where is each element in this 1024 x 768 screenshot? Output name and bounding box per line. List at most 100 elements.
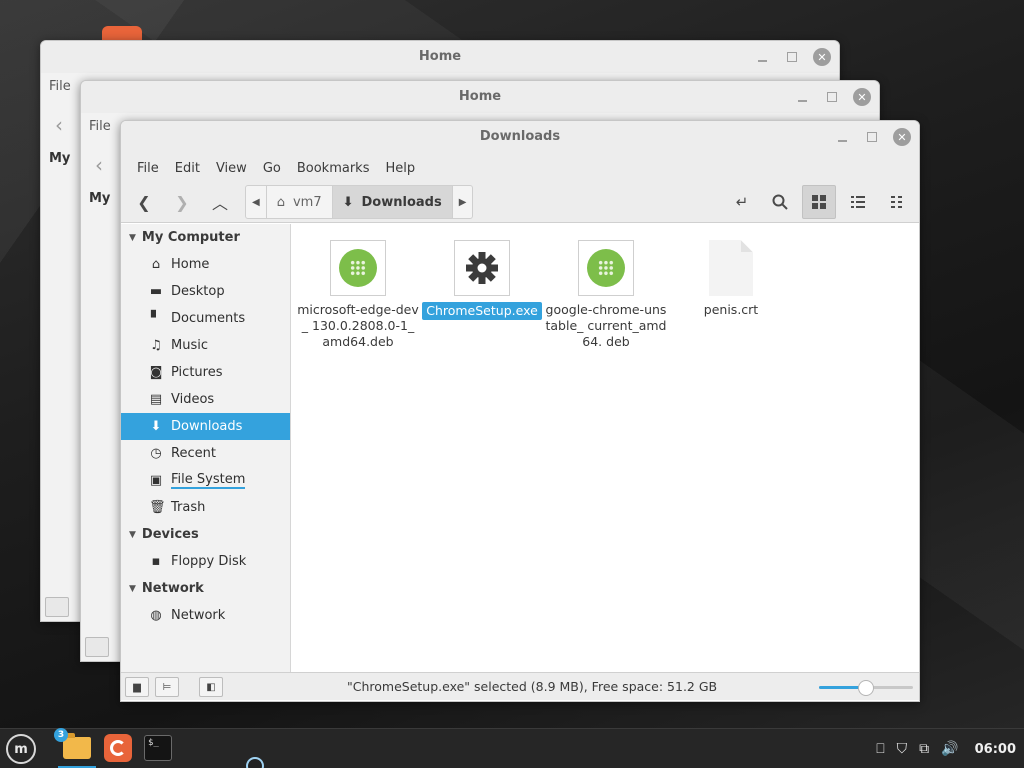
toggle-location-button[interactable]: ↵ bbox=[725, 185, 759, 219]
sidebar-item-desktop[interactable]: ▬ Desktop bbox=[121, 278, 290, 305]
folder-small-icon: ▆ bbox=[133, 681, 141, 693]
sidebar-item-pictures[interactable]: ◙ Pictures bbox=[121, 359, 290, 386]
sidebar-item-file-system[interactable]: ▣ File System bbox=[121, 467, 290, 494]
sidebar-item-home[interactable]: ⌂ Home bbox=[121, 251, 290, 278]
show-tree-button[interactable]: ⊨ bbox=[155, 677, 179, 697]
breadcrumb-left-arrow[interactable]: ◀ bbox=[246, 186, 267, 218]
taskbar-terminal[interactable]: $_ bbox=[143, 733, 173, 763]
sidebar-item-downloads[interactable]: ⬇ Downloads bbox=[121, 413, 290, 440]
footer-button[interactable] bbox=[85, 637, 109, 657]
menu-bookmarks[interactable]: Bookmarks bbox=[289, 161, 378, 176]
menu-go[interactable]: Go bbox=[255, 161, 289, 176]
menu-file[interactable]: File bbox=[49, 79, 71, 94]
section-my-computer[interactable]: ▼ My Computer bbox=[121, 224, 290, 251]
left-triangle-icon: ◀ bbox=[252, 196, 260, 208]
location-toggle-icon: ↵ bbox=[735, 193, 749, 211]
minimize-button[interactable] bbox=[833, 128, 851, 146]
section-title: Network bbox=[141, 581, 204, 596]
back-button[interactable]: ❮ bbox=[127, 185, 161, 219]
minimize-button[interactable] bbox=[753, 48, 771, 66]
file-name: google-chrome-unstable_ current_amd64. d… bbox=[545, 302, 667, 349]
section-devices[interactable]: ▼ Devices bbox=[121, 521, 290, 548]
file-thumbnail bbox=[454, 240, 510, 296]
package-icon bbox=[339, 249, 377, 287]
show-places-button[interactable]: ▆ bbox=[125, 677, 149, 697]
music-icon: ♫ bbox=[150, 338, 162, 353]
start-menu-button[interactable]: m bbox=[6, 734, 36, 764]
file-item[interactable]: microsoft-edge-dev_ 130.0.2808.0-1_ amd6… bbox=[296, 240, 420, 350]
drive-icon: ▣ bbox=[149, 473, 163, 488]
file-item-selected[interactable]: ChromeSetup.exe bbox=[420, 240, 544, 320]
sidebar-item-trash[interactable]: 🗑 Trash bbox=[121, 494, 290, 521]
forward-button[interactable]: ❯ bbox=[165, 185, 199, 219]
breadcrumb-current[interactable]: ⬇ Downloads bbox=[332, 186, 453, 218]
close-button[interactable]: ✕ bbox=[813, 48, 831, 66]
grid-icon bbox=[812, 195, 826, 209]
section-network[interactable]: ▼ Network bbox=[121, 575, 290, 602]
maximize-button[interactable] bbox=[863, 128, 881, 146]
menu-view[interactable]: View bbox=[208, 161, 255, 176]
file-item[interactable]: google-chrome-unstable_ current_amd64. d… bbox=[544, 240, 668, 350]
update-manager-icon[interactable]: ⎕ bbox=[876, 741, 884, 757]
sidebar-item-network[interactable]: ◍ Network bbox=[121, 602, 290, 629]
file-name: penis.crt bbox=[703, 302, 759, 317]
floppy-icon: ▪ bbox=[151, 554, 161, 569]
close-button[interactable]: ✕ bbox=[893, 128, 911, 146]
window-title: Home bbox=[41, 41, 839, 73]
shield-icon[interactable]: ⛉ bbox=[897, 741, 908, 757]
zoom-slider[interactable] bbox=[819, 680, 913, 696]
search-button[interactable] bbox=[763, 185, 797, 219]
menu-file[interactable]: File bbox=[129, 161, 167, 176]
menu-edit[interactable]: Edit bbox=[167, 161, 208, 176]
sidebar-item-music[interactable]: ♫ Music bbox=[121, 332, 290, 359]
taskbar-file-manager[interactable]: 3 bbox=[54, 728, 92, 763]
sidebar-item-documents[interactable]: ▘ Documents bbox=[121, 305, 290, 332]
folder-icon bbox=[63, 733, 91, 759]
right-triangle-icon: ▶ bbox=[458, 196, 467, 208]
zoom-slider-handle[interactable] bbox=[858, 680, 874, 696]
minimize-button[interactable] bbox=[793, 88, 811, 106]
close-button[interactable]: ✕ bbox=[853, 88, 871, 106]
toolbar: ❮ ❯ ︿ ◀ ⌂ vm7 ⬇ Downloads ▶ ↵ bbox=[121, 183, 919, 223]
menu-help[interactable]: Help bbox=[377, 161, 423, 176]
sidebar-item-floppy-disk[interactable]: ▪ Floppy Disk bbox=[121, 548, 290, 575]
file-thumbnail bbox=[703, 240, 759, 296]
sidebar-toggle-icon: ◧ bbox=[206, 681, 216, 693]
breadcrumb-right-arrow[interactable]: ▶ bbox=[453, 186, 473, 218]
volume-icon[interactable]: 🔊 bbox=[941, 741, 958, 757]
network-icon[interactable]: ⧉ bbox=[919, 741, 929, 757]
maximize-button[interactable] bbox=[783, 48, 801, 66]
list-view-button[interactable] bbox=[841, 185, 875, 219]
clock-icon: ◷ bbox=[150, 446, 162, 461]
icon-view-button[interactable] bbox=[802, 185, 836, 219]
back-arrow-icon[interactable]: ‹ bbox=[55, 113, 63, 137]
back-arrow-icon[interactable]: ‹ bbox=[95, 153, 103, 177]
file-item[interactable]: penis.crt bbox=[669, 240, 793, 318]
sidebar-item-videos[interactable]: ▤ Videos bbox=[121, 386, 290, 413]
compact-icon bbox=[891, 196, 902, 208]
sidebar-item-label: Desktop bbox=[171, 284, 225, 299]
breadcrumb: ◀ ⌂ vm7 ⬇ Downloads ▶ bbox=[245, 185, 474, 219]
breadcrumb-home[interactable]: ⌂ vm7 bbox=[267, 186, 333, 218]
footer-button[interactable] bbox=[45, 597, 69, 617]
menubar: File Edit View Go Bookmarks Help bbox=[121, 153, 919, 183]
window-title: Downloads bbox=[121, 121, 919, 153]
globe-icon: ◍ bbox=[150, 608, 162, 623]
file-view: microsoft-edge-dev_ 130.0.2808.0-1_ amd6… bbox=[292, 224, 919, 672]
file-manager-window[interactable]: Downloads ✕ File Edit View Go Bookmarks … bbox=[120, 120, 920, 702]
search-icon bbox=[772, 194, 788, 210]
up-button[interactable]: ︿ bbox=[203, 185, 237, 219]
maximize-button[interactable] bbox=[823, 88, 841, 106]
hide-sidebar-button[interactable]: ◧ bbox=[199, 677, 223, 697]
mouse-cursor bbox=[246, 757, 264, 768]
collapse-triangle-icon: ▼ bbox=[129, 583, 136, 594]
menu-file[interactable]: File bbox=[89, 119, 111, 134]
sidebar-item-label: Recent bbox=[171, 446, 216, 461]
forward-arrow-icon: ❯ bbox=[175, 192, 189, 212]
compact-view-button[interactable] bbox=[880, 185, 914, 219]
sidebar-item-label: Videos bbox=[171, 392, 215, 407]
clock[interactable]: 06:00 bbox=[975, 742, 1016, 757]
system-tray: ⎕ ⛉ ⧉ 🔊 06:00 bbox=[876, 729, 1016, 768]
sidebar-item-recent[interactable]: ◷ Recent bbox=[121, 440, 290, 467]
taskbar-firefox[interactable] bbox=[103, 733, 133, 763]
